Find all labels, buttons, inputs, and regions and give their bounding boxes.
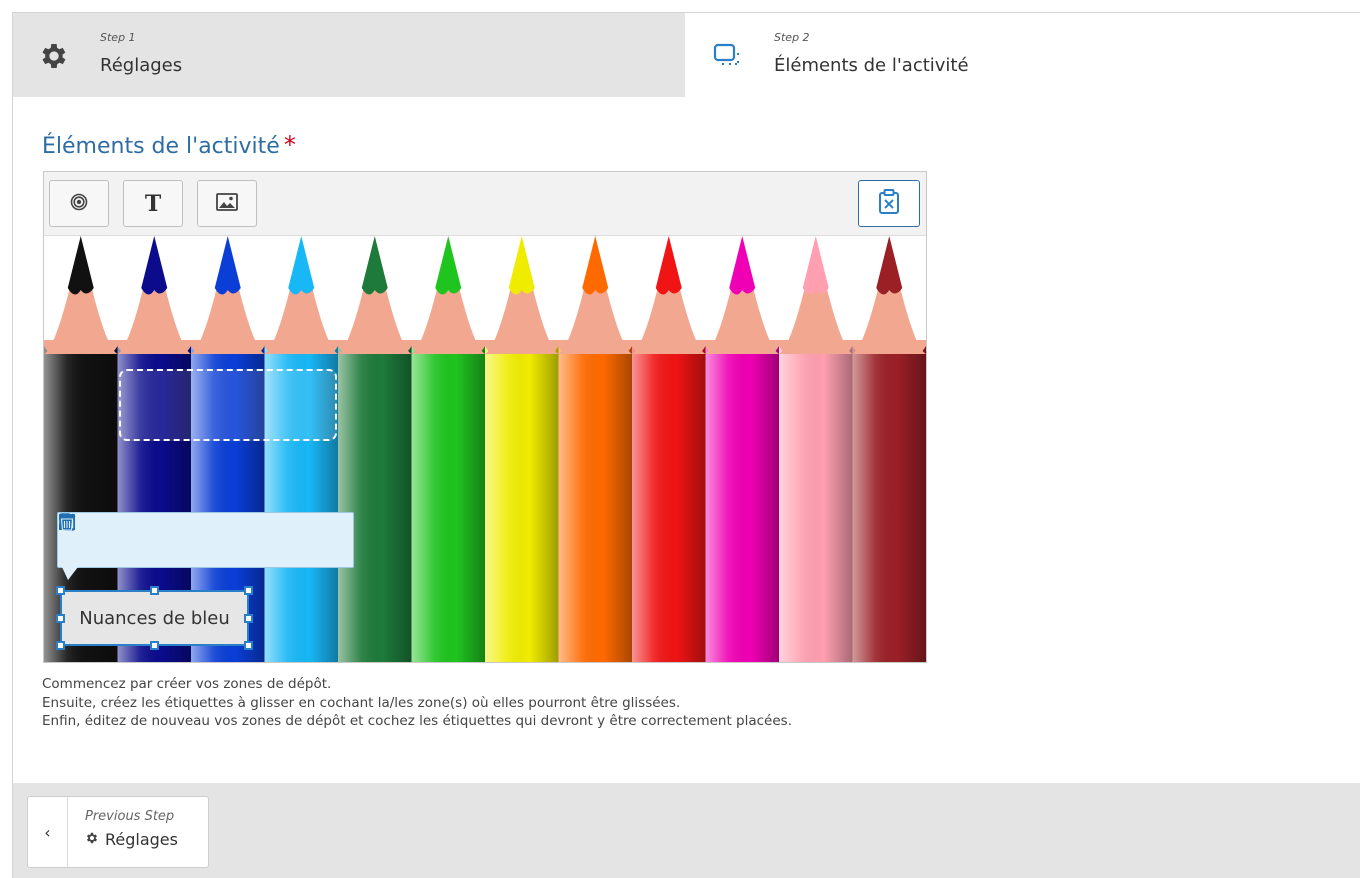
pencil-lead bbox=[655, 236, 682, 295]
pencil-shading bbox=[632, 346, 707, 662]
resize-handle[interactable] bbox=[244, 641, 253, 650]
edit-icon[interactable] bbox=[60, 513, 172, 555]
label-actions-popover bbox=[57, 512, 354, 580]
dropzone-icon bbox=[711, 39, 745, 73]
wizard-footer: ‹ Previous Step Réglages bbox=[13, 783, 1360, 878]
add-dropzone-button[interactable] bbox=[49, 180, 109, 227]
resize-handle[interactable] bbox=[56, 586, 65, 595]
send-back-icon[interactable] bbox=[60, 515, 308, 555]
step-2-title: Éléments de l'activité bbox=[774, 55, 969, 76]
pencil-lead bbox=[729, 236, 756, 295]
step-1-tab[interactable]: Step 1 Réglages bbox=[13, 13, 685, 97]
drop-zone[interactable] bbox=[119, 369, 337, 441]
resize-handle[interactable] bbox=[244, 614, 253, 623]
dragdrop-editor: T Nuances de bleu bbox=[43, 171, 927, 663]
section-title-text: Éléments de l'activité bbox=[42, 134, 280, 159]
pencil-lead bbox=[67, 236, 94, 295]
pencil-lead bbox=[582, 236, 609, 295]
steps-bar: Step 1 Réglages Step 2 Éléments de l'act… bbox=[13, 13, 1360, 97]
pencil-lead bbox=[288, 236, 315, 295]
pencil-shading bbox=[852, 346, 926, 662]
image-icon bbox=[216, 192, 238, 215]
pencil-shading bbox=[411, 346, 486, 662]
pencil-shading bbox=[779, 346, 854, 662]
bring-front-icon[interactable] bbox=[60, 515, 263, 555]
pencil-shading bbox=[558, 346, 633, 662]
step-2-number: Step 2 bbox=[774, 31, 810, 44]
draggable-label-text: Nuances de bleu bbox=[79, 607, 230, 629]
target-icon bbox=[70, 193, 88, 215]
required-mark: * bbox=[283, 131, 296, 159]
text-icon: T bbox=[144, 190, 162, 217]
pencil-lead bbox=[435, 236, 462, 295]
editor-toolbar: T bbox=[44, 172, 926, 236]
pencil-lead bbox=[876, 236, 903, 295]
step-2-tab[interactable]: Step 2 Éléments de l'activité bbox=[685, 13, 1360, 97]
resize-handle[interactable] bbox=[56, 614, 65, 623]
add-image-button[interactable] bbox=[197, 180, 257, 227]
resize-handle[interactable] bbox=[150, 586, 159, 595]
pencil-lead bbox=[508, 236, 535, 295]
pencil-lead bbox=[214, 236, 241, 295]
pencil-shading bbox=[705, 346, 780, 662]
draggable-label[interactable]: Nuances de bleu bbox=[56, 586, 253, 650]
clipboard-clear-icon bbox=[878, 188, 900, 219]
previous-step-button[interactable]: ‹ Previous Step Réglages bbox=[27, 796, 209, 868]
activity-canvas[interactable]: Nuances de bleu bbox=[44, 236, 926, 662]
section-title: Éléments de l'activité * bbox=[42, 131, 296, 159]
step-1-title: Réglages bbox=[100, 55, 183, 76]
resize-icon[interactable] bbox=[59, 514, 126, 555]
instructions: Commencez par créer vos zones de dépôt. … bbox=[42, 675, 792, 731]
chevron-left-icon: ‹ bbox=[28, 797, 68, 867]
previous-step-caption: Previous Step bbox=[85, 809, 175, 824]
instruction-line: Ensuite, créez les étiquettes à glisser … bbox=[42, 694, 681, 711]
pencil-lead bbox=[141, 236, 168, 295]
step-1-number: Step 1 bbox=[100, 31, 136, 44]
resize-handle[interactable] bbox=[150, 641, 159, 650]
pencil-shading bbox=[485, 346, 560, 662]
resize-handle[interactable] bbox=[56, 641, 65, 650]
delete-icon[interactable] bbox=[60, 514, 354, 555]
gear-icon bbox=[85, 830, 99, 849]
instruction-line: Commencez par créer vos zones de dépôt. bbox=[42, 676, 332, 692]
resize-handle[interactable] bbox=[244, 586, 253, 595]
instruction-line: Enfin, éditez de nouveau vos zones de dé… bbox=[42, 713, 792, 729]
pencil-lead bbox=[361, 236, 388, 295]
add-text-button[interactable]: T bbox=[123, 180, 183, 227]
previous-step-title: Réglages bbox=[105, 830, 178, 849]
duplicate-icon[interactable] bbox=[59, 513, 217, 555]
clear-elements-button[interactable] bbox=[858, 180, 920, 227]
pencil-shading bbox=[338, 346, 413, 662]
wizard-frame: Step 1 Réglages Step 2 Éléments de l'act… bbox=[12, 12, 1360, 878]
pencil-lead bbox=[802, 236, 829, 295]
gear-icon bbox=[37, 39, 71, 73]
